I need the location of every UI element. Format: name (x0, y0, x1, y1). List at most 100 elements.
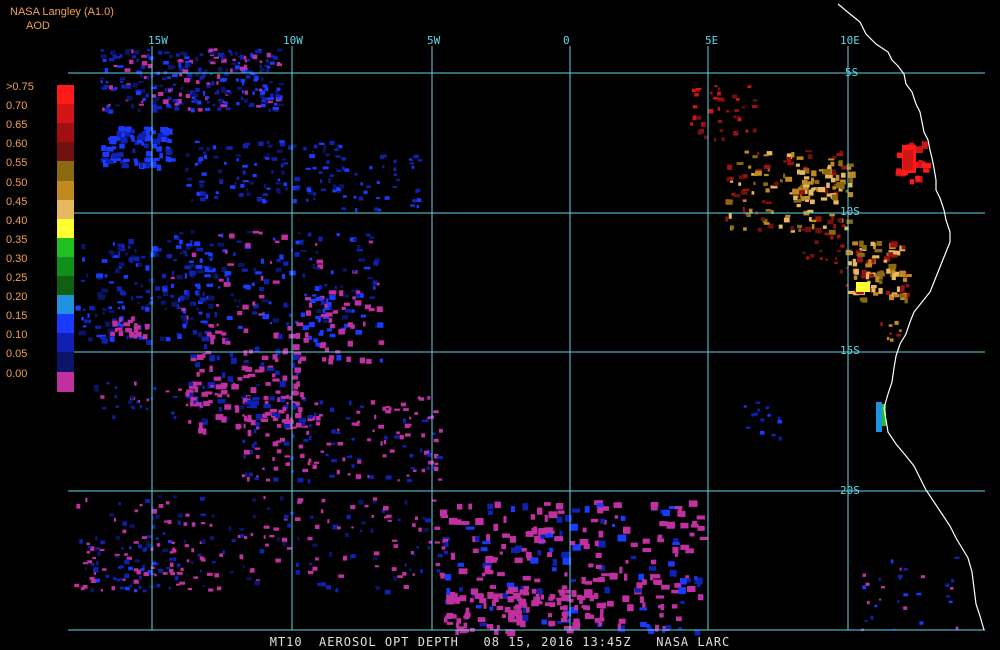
aod-pixel-cluster (216, 323, 219, 327)
aod-pixel-cluster (156, 583, 161, 588)
aod-pixel-cluster (118, 502, 121, 506)
aod-pixel-cluster (231, 380, 234, 383)
aod-pixel-cluster (226, 315, 233, 320)
aod-pixel-cluster (915, 146, 923, 153)
aod-pixel-cluster (308, 570, 314, 575)
aod-pixel-cluster (299, 392, 304, 398)
aod-pixel-cluster (890, 559, 894, 564)
aod-pixel-cluster (260, 418, 269, 423)
aod-pixel-cluster (156, 164, 162, 171)
aod-pixel-cluster (134, 323, 138, 329)
aod-pixel-cluster (694, 576, 698, 580)
aod-pixel-cluster (193, 99, 198, 104)
aod-pixel-cluster (209, 365, 213, 372)
aod-pixel-cluster (174, 576, 179, 581)
aod-pixel-cluster (689, 532, 695, 537)
aod-pixel-cluster (378, 424, 385, 429)
aod-pixel-cluster (173, 557, 177, 562)
aod-pixel-cluster (378, 340, 385, 345)
aod-pixel-cluster (204, 274, 211, 278)
aod-pixel-cluster (313, 192, 316, 196)
aod-pixel-cluster (803, 176, 810, 180)
aod-pixel-cluster (219, 100, 223, 105)
aod-pixel-cluster (410, 551, 414, 555)
aod-pixel-cluster (190, 108, 195, 113)
aod-pixel-cluster (74, 583, 80, 588)
aod-pixel-cluster (153, 84, 159, 88)
aod-pixel-cluster (372, 500, 377, 504)
aod-pixel-cluster (146, 75, 149, 81)
aod-pixel-cluster (200, 197, 206, 202)
aod-pixel-cluster (849, 177, 853, 184)
aod-pixel-cluster (272, 457, 275, 461)
aod-pixel-cluster (778, 436, 782, 441)
aod-pixel-cluster (102, 568, 107, 571)
aod-pixel-cluster (365, 233, 371, 237)
aod-pixel-cluster (289, 396, 292, 400)
aod-pixel-cluster (557, 620, 562, 625)
aod-pixel-cluster (589, 595, 594, 602)
aod-pixel-cluster (588, 563, 594, 568)
aod-pixel-cluster (102, 152, 110, 157)
aod-pixel-cluster (260, 68, 265, 72)
aod-pixel-cluster (203, 91, 206, 96)
aod-pixel-cluster (236, 102, 240, 106)
aod-pixel-cluster (162, 77, 167, 80)
aod-pixel-cluster (108, 306, 113, 310)
aod-pixel-cluster (89, 337, 93, 342)
aod-pixel-cluster (375, 585, 379, 588)
aod-pixel-cluster (251, 282, 255, 286)
aod-pixel-cluster (763, 164, 771, 169)
aod-pixel-cluster (265, 59, 269, 63)
aod-pixel-cluster (231, 357, 237, 364)
aod-pixel-cluster (242, 414, 245, 417)
aod-pixel-cluster (845, 266, 848, 270)
aod-pixel-cluster (469, 597, 474, 603)
aod-pixel-cluster (745, 426, 751, 429)
aod-pixel-cluster (200, 320, 208, 324)
aod-pixel-cluster (209, 266, 213, 270)
aod-pixel-cluster (144, 143, 149, 149)
aod-pixel-cluster (82, 308, 86, 312)
aod-pixel-cluster (97, 551, 101, 556)
aod-pixel-cluster (215, 330, 223, 334)
aod-pixel-cluster (177, 334, 182, 339)
aod-pixel-cluster (198, 408, 202, 411)
aod-pixel-cluster (885, 290, 891, 295)
aod-pixel-cluster (174, 103, 180, 106)
aod-pixel-cluster (745, 129, 749, 133)
aod-pixel-cluster (115, 405, 120, 408)
aod-pixel-cluster (867, 601, 870, 605)
aod-pixel-cluster (141, 88, 145, 93)
aod-pixel-cluster (324, 347, 329, 352)
aod-pixel-cluster (271, 413, 277, 416)
aod-pixel-cluster (376, 306, 383, 313)
aod-pixel-cluster (714, 85, 718, 88)
legend-swatch (57, 123, 74, 144)
aod-pixel-cluster (194, 140, 200, 144)
aod-pixel-cluster (133, 50, 140, 55)
aod-pixel-cluster (315, 342, 321, 347)
aod-pixel-cluster (109, 310, 115, 313)
aod-pixel-cluster (516, 597, 523, 602)
aod-pixel-cluster (269, 322, 272, 325)
aod-pixel-cluster (922, 162, 931, 169)
aod-pixel-cluster (134, 160, 139, 166)
aod-pixel-cluster (470, 588, 478, 595)
aod-pixel-cluster (177, 513, 184, 518)
aod-pixel-cluster (176, 563, 180, 568)
aod-pixel-cluster (79, 539, 83, 544)
aod-pixel-cluster (360, 405, 364, 409)
aod-pixel-cluster (371, 514, 374, 518)
aod-pixel-cluster (244, 59, 248, 63)
aod-pixel-cluster (183, 250, 187, 254)
aod-pixel-cluster (190, 317, 194, 320)
aod-pixel-cluster (777, 417, 781, 420)
aod-pixel-cluster (356, 290, 361, 294)
aod-pixel-cluster (221, 372, 226, 378)
aod-pixel-cluster (420, 448, 423, 453)
aod-pixel-cluster (642, 538, 650, 544)
aod-pixel-cluster (192, 92, 196, 97)
aod-pixel-cluster (173, 259, 177, 262)
aod-pixel-cluster (338, 328, 345, 335)
